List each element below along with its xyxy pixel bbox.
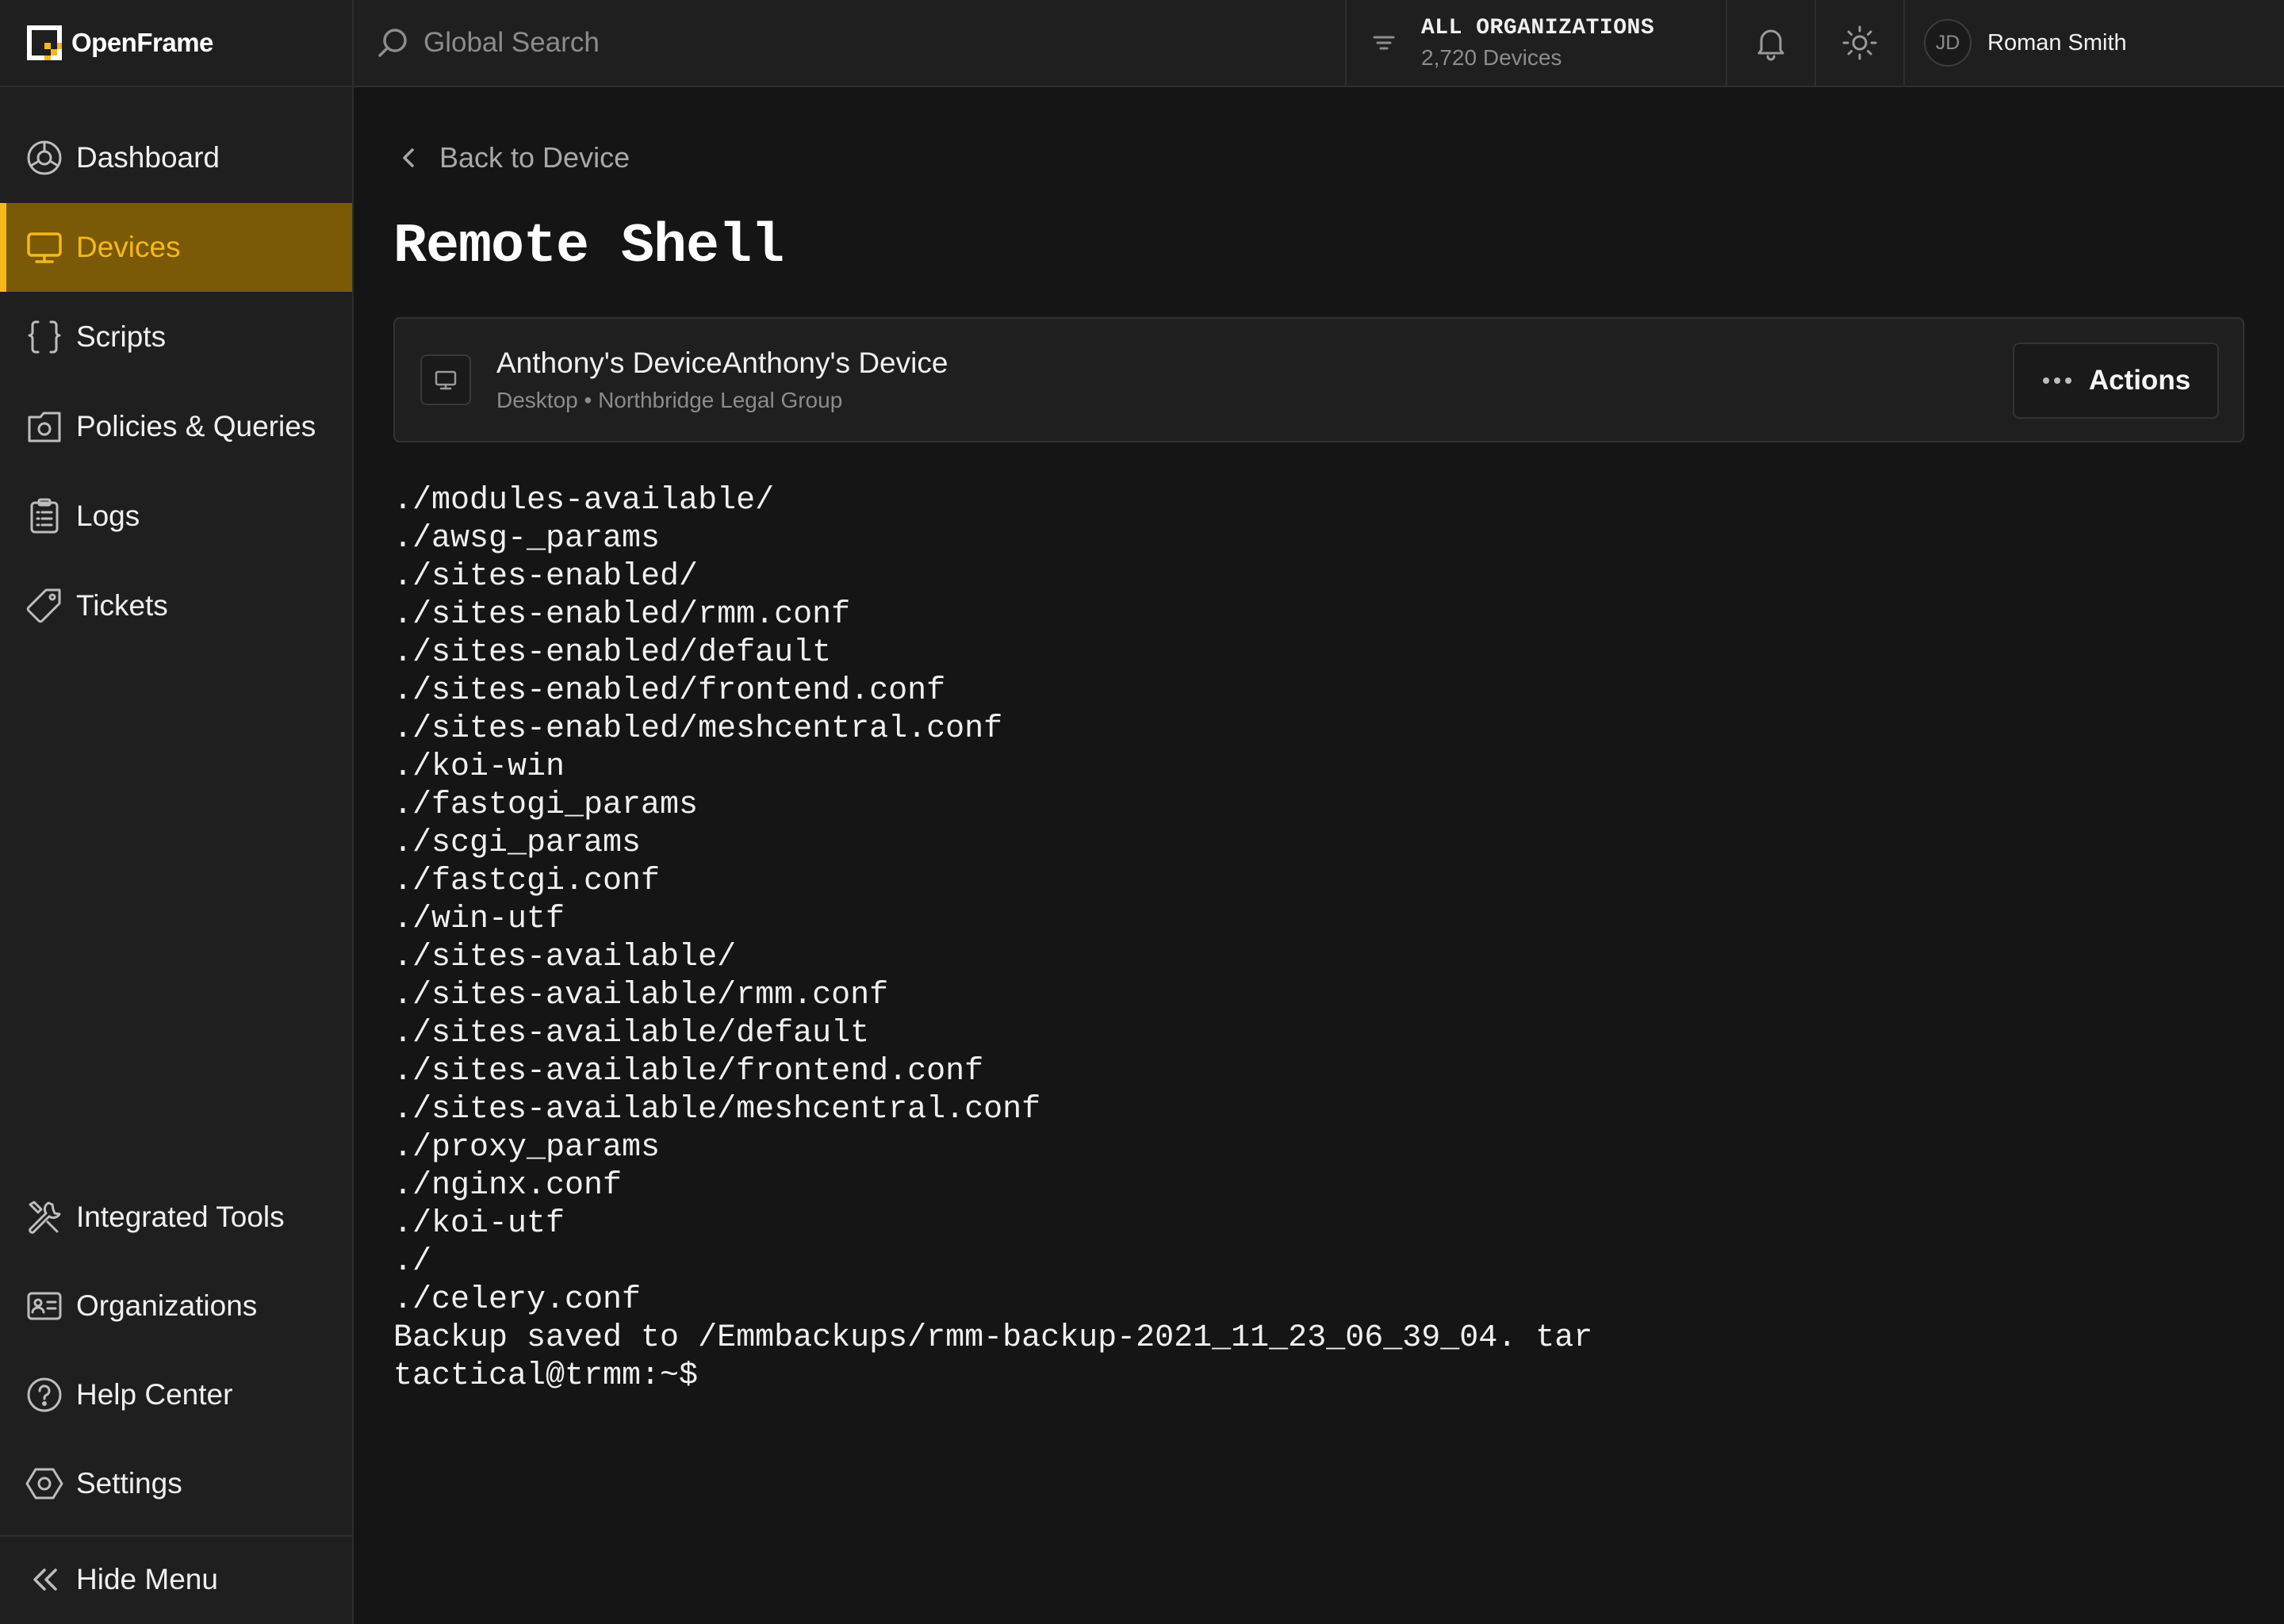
device-meta: Desktop • Northbridge Legal Group: [496, 388, 843, 412]
sidebar-item-label: Help Center: [76, 1378, 233, 1411]
sidebar: Dashboard Devices Scripts Policies & Que…: [0, 87, 354, 1624]
sidebar-item-label: Dashboard: [76, 141, 220, 174]
terminal-line: ./nginx.conf: [393, 1168, 623, 1204]
openframe-logo-icon: [27, 25, 62, 60]
sidebar-item-tickets[interactable]: Tickets: [0, 561, 352, 650]
sidebar-item-logs[interactable]: Logs: [0, 472, 352, 561]
organization-filter[interactable]: ALL ORGANIZATIONS 2,720 Devices: [1347, 0, 1727, 86]
tag-icon: [26, 588, 61, 623]
sidebar-item-settings[interactable]: Settings: [0, 1439, 352, 1528]
top-bar: OpenFrame Global Search ALL ORGANIZATION…: [0, 0, 2284, 87]
terminal-line: ./awsg-_params: [393, 521, 661, 557]
terminal-line: ./: [393, 1244, 432, 1280]
sidebar-item-label: Tickets: [76, 589, 168, 622]
actions-label: Actions: [2088, 365, 2191, 396]
terminal-line: ./fastcgi.conf: [393, 864, 661, 899]
sidebar-item-label: Logs: [76, 500, 140, 532]
sidebar-item-label: Policies & Queries: [76, 410, 316, 442]
organization-filter-title: ALL ORGANIZATIONS: [1421, 15, 1655, 40]
terminal-line: ./koi-win: [393, 749, 565, 785]
device-name: Anthony's DeviceAnthony's Device: [496, 347, 948, 379]
terminal-output[interactable]: ./modules-available/./awsg-_params ./site…: [393, 482, 2244, 1592]
terminal-line: Backup saved to /Emmbackups/rmm-backup-2…: [393, 1320, 1593, 1356]
sidebar-item-devices[interactable]: Devices: [0, 203, 352, 292]
terminal-line: ./sites-enabled/frontend.conf: [393, 673, 946, 709]
main-content: Back to Device Remote Shell Anthony's De…: [354, 87, 2284, 1624]
terminal-line: ./sites-enabled/: [393, 559, 699, 595]
dashboard-icon: [27, 140, 62, 175]
chevron-left-icon: [403, 148, 414, 167]
tools-icon: [29, 1201, 61, 1234]
clipboard-icon: [30, 498, 59, 534]
sidebar-item-help-center[interactable]: Help Center: [0, 1350, 352, 1439]
sidebar-item-policies-queries[interactable]: Policies & Queries: [0, 382, 352, 471]
terminal-line: ./sites-available/default: [393, 1016, 870, 1051]
sidebar-item-scripts[interactable]: Scripts: [0, 293, 352, 381]
brand-name: OpenFrame: [71, 28, 213, 57]
terminal-line: ./win-utf: [393, 902, 565, 937]
back-to-device-link[interactable]: Back to Device: [395, 141, 630, 174]
sidebar-item-organizations[interactable]: Organizations: [0, 1262, 352, 1350]
user-name: Roman Smith: [1987, 29, 2127, 56]
search-icon: [378, 29, 407, 57]
hide-menu-label: Hide Menu: [76, 1563, 218, 1595]
monitor-icon: [435, 370, 457, 390]
help-icon: [27, 1377, 62, 1412]
avatar: JD: [1924, 19, 1972, 67]
terminal-line: ./koi-utf: [393, 1206, 565, 1242]
sidebar-item-label: Devices: [76, 231, 181, 263]
theme-toggle-button[interactable]: [1816, 0, 1905, 86]
terminal-line: ./fastogi_params: [393, 787, 699, 823]
sidebar-item-label: Integrated Tools: [76, 1201, 285, 1233]
device-count: 2,720 Devices: [1421, 44, 1562, 70]
sidebar-item-label: Scripts: [76, 320, 167, 353]
back-link-label: Back to Device: [439, 141, 630, 174]
terminal-line: ./sites-enabled/meshcentral.conf: [393, 711, 1003, 747]
search-input[interactable]: Global Search: [423, 27, 600, 59]
gear-icon: [25, 1468, 63, 1500]
policy-icon: [28, 412, 61, 442]
terminal-line: ./scgi_params: [393, 825, 642, 861]
more-dots-icon: [2042, 377, 2071, 384]
terminal-line: ./sites-available/rmm.conf: [393, 978, 889, 1013]
terminal-line: ./sites-available/frontend.conf: [393, 1054, 984, 1090]
terminal-line: tactical@trmm:~$: [393, 1358, 699, 1394]
device-icon-box: [420, 354, 471, 405]
actions-button[interactable]: Actions: [2013, 343, 2219, 419]
terminal-line: ./sites-enabled/default: [393, 635, 832, 671]
filter-icon: [1373, 36, 1395, 50]
global-search[interactable]: Global Search: [354, 0, 1347, 86]
sidebar-item-dashboard[interactable]: Dashboard: [0, 113, 352, 202]
notifications-button[interactable]: [1727, 0, 1816, 86]
hide-menu-button[interactable]: Hide Menu: [0, 1535, 352, 1624]
sun-icon: [1842, 25, 1877, 60]
bell-icon: [1757, 29, 1784, 61]
id-card-icon: [27, 1292, 62, 1320]
user-menu[interactable]: JD Roman Smith: [1905, 0, 2284, 86]
terminal-line: ./celery.conf: [393, 1282, 642, 1318]
sidebar-item-integrated-tools[interactable]: Integrated Tools: [0, 1173, 352, 1262]
page-title: Remote Shell: [393, 216, 784, 278]
terminal-line: ./proxy_params: [393, 1130, 661, 1166]
terminal-line: ./sites-available/meshcentral.conf: [393, 1092, 1041, 1128]
device-card: Anthony's DeviceAnthony's Device Desktop…: [393, 317, 2244, 442]
sidebar-item-label: Settings: [76, 1467, 182, 1500]
sidebar-item-label: Organizations: [76, 1289, 258, 1322]
terminal-line: ./modules-available/: [393, 483, 775, 519]
brand[interactable]: OpenFrame: [0, 0, 354, 86]
monitor-icon: [27, 232, 62, 263]
braces-icon: [28, 320, 61, 354]
terminal-line: ./sites-available/: [393, 940, 737, 975]
terminal-line: ./sites-enabled/rmm.conf: [393, 597, 851, 633]
double-chevron-left-icon: [33, 1568, 57, 1591]
